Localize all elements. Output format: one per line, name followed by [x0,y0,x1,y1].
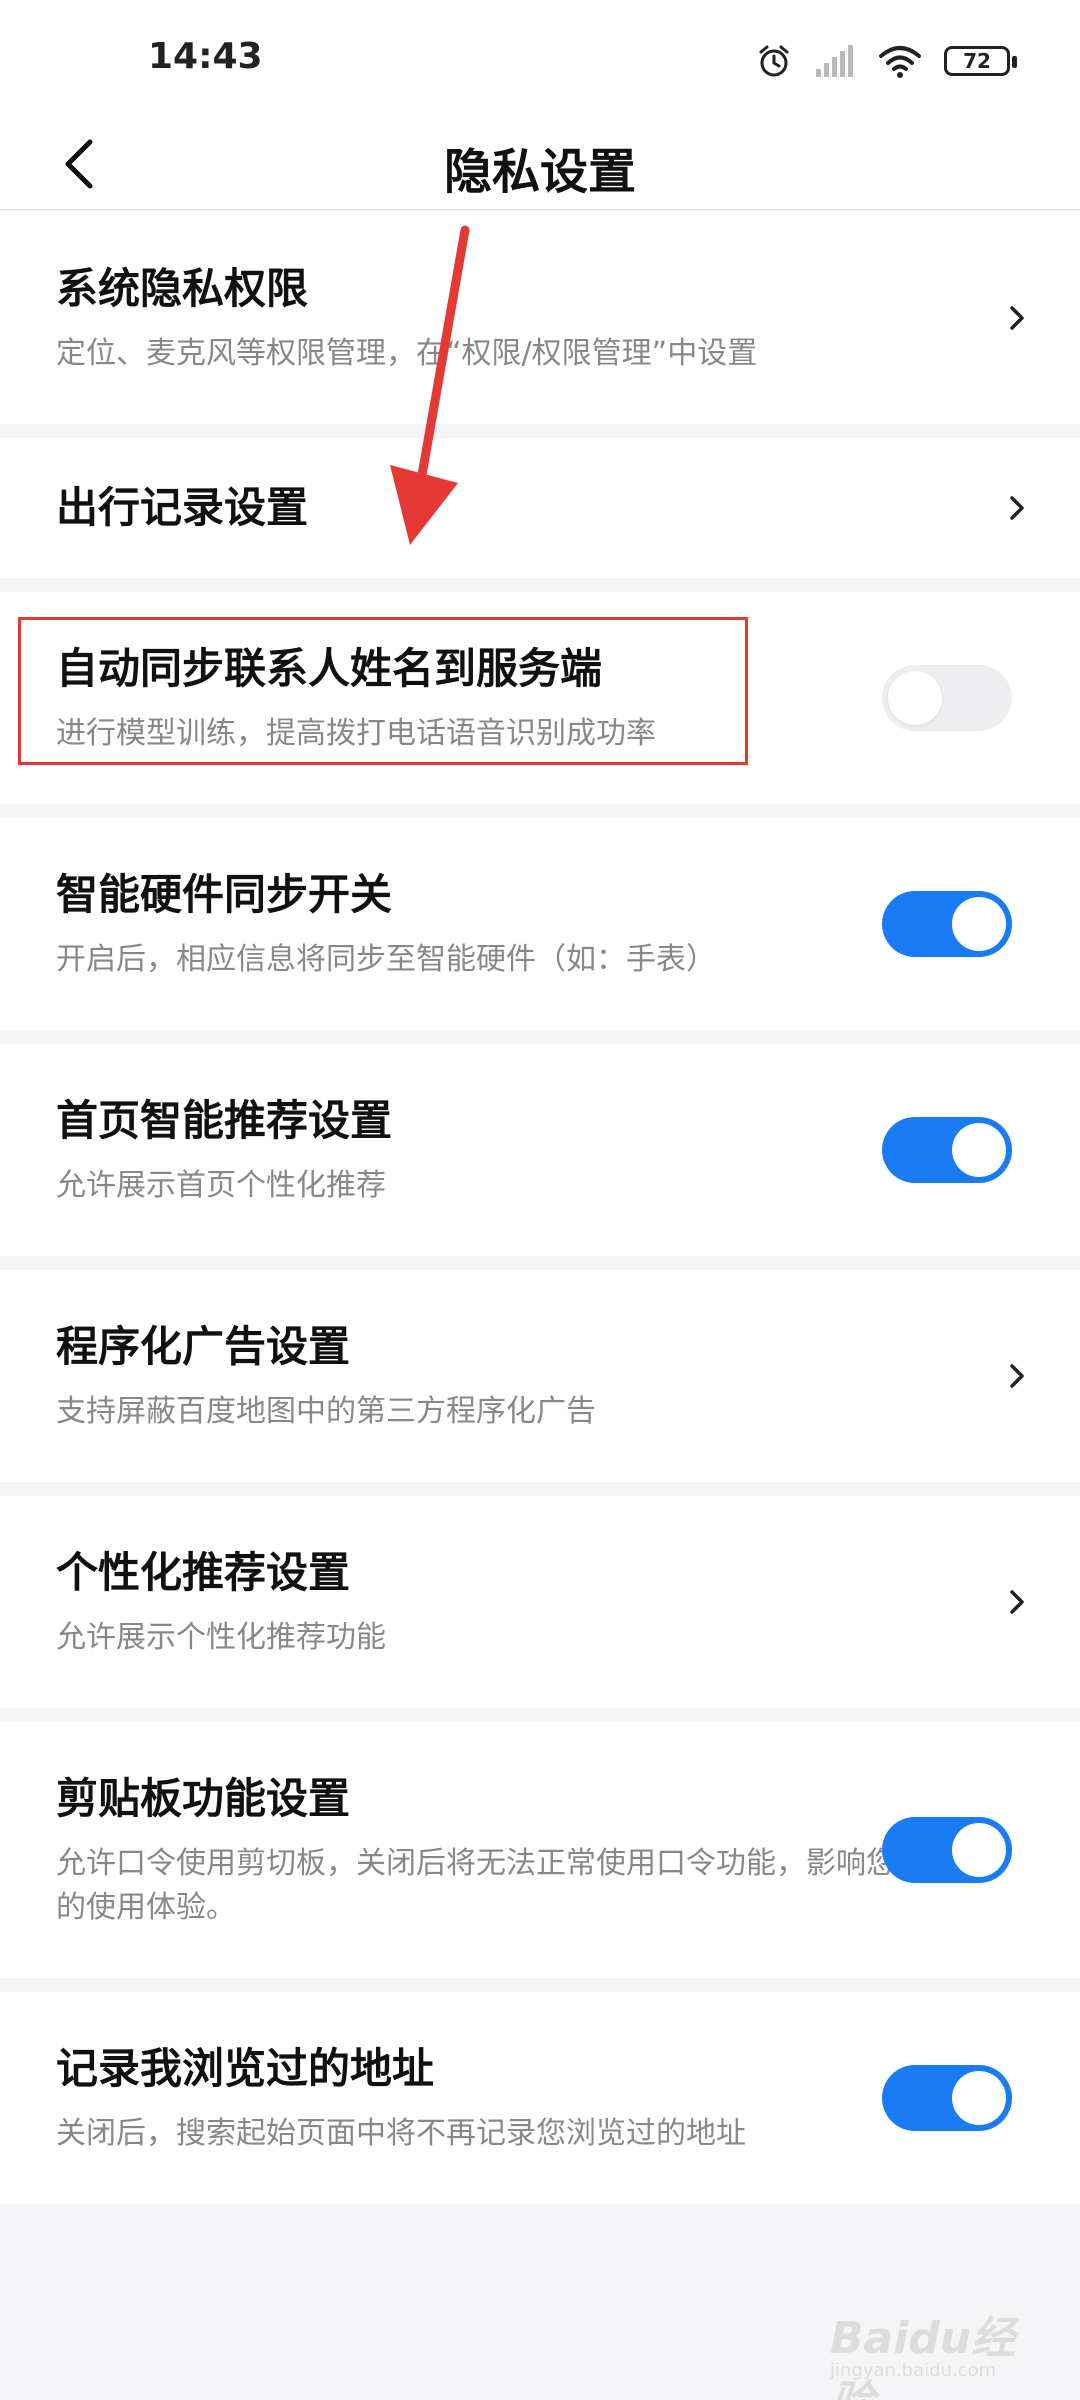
setting-sync-contacts: 自动同步联系人姓名到服务端 进行模型训练，提高拨打电话语音识别成功率 [0,592,1080,804]
setting-title: 剪贴板功能设置 [56,1774,351,1823]
wifi-icon [879,46,921,78]
setting-title: 系统隐私权限 [56,264,309,313]
setting-desc: 定位、麦克风等权限管理，在“权限/权限管理”中设置 [56,336,758,371]
setting-clipboard: 剪贴板功能设置 允许口令使用剪切板，关闭后将无法正常使用口令功能，影响您的使用体… [0,1722,1080,1978]
browse-history-toggle[interactable] [882,2065,1012,2131]
chevron-right-icon [1010,306,1024,330]
battery-level: 72 [963,49,991,73]
signal-icon [816,45,853,77]
setting-desc: 支持屏蔽百度地图中的第三方程序化广告 [56,1394,596,1429]
status-bar: 14:43 72 [0,0,1080,120]
setting-title: 自动同步联系人姓名到服务端 [56,644,603,693]
chevron-right-icon [1010,496,1024,520]
setting-programmatic-ads[interactable]: 程序化广告设置 支持屏蔽百度地图中的第三方程序化广告 [0,1270,1080,1482]
smart-hardware-toggle[interactable] [882,891,1012,957]
status-icons: 72 [756,36,1017,86]
settings-list: 系统隐私权限 定位、麦克风等权限管理，在“权限/权限管理”中设置 出行记录设置 … [0,212,1080,2204]
setting-desc: 开启后，相应信息将同步至智能硬件（如：手表） [56,942,716,977]
setting-personalized-recommend[interactable]: 个性化推荐设置 允许展示个性化推荐功能 [0,1496,1080,1708]
setting-desc: 关闭后，搜索起始页面中将不再记录您浏览过的地址 [56,2116,746,2151]
chevron-right-icon [1010,1364,1024,1388]
watermark-brand: Baidu经验 [830,2313,1016,2400]
setting-title: 智能硬件同步开关 [56,870,393,919]
nav-bar: 隐私设置 [0,120,1080,210]
chevron-right-icon [1010,1590,1024,1614]
setting-title: 首页智能推荐设置 [56,1096,393,1145]
setting-title: 记录我浏览过的地址 [56,2044,435,2093]
setting-system-privacy[interactable]: 系统隐私权限 定位、麦克风等权限管理，在“权限/权限管理”中设置 [0,212,1080,424]
setting-desc: 允许展示首页个性化推荐 [56,1168,386,1203]
sync-contacts-toggle[interactable] [882,665,1012,731]
setting-desc: 允许展示个性化推荐功能 [56,1620,386,1655]
battery-icon: 72 [944,46,1017,76]
setting-desc: 允许口令使用剪切板，关闭后将无法正常使用口令功能，影响您的使用体验。 [56,1846,896,1925]
page-title: 隐私设置 [443,144,636,200]
setting-smart-hardware-sync: 智能硬件同步开关 开启后，相应信息将同步至智能硬件（如：手表） [0,818,1080,1030]
setting-browse-history: 记录我浏览过的地址 关闭后，搜索起始页面中将不再记录您浏览过的地址 [0,1992,1080,2204]
setting-title: 程序化广告设置 [56,1322,351,1371]
setting-title: 个性化推荐设置 [56,1548,351,1597]
watermark: Baidu经验 jingyan.baidu.com [830,2290,1050,2400]
setting-home-recommend: 首页智能推荐设置 允许展示首页个性化推荐 [0,1044,1080,1256]
home-recommend-toggle[interactable] [882,1117,1012,1183]
alarm-icon [759,45,789,77]
watermark-url: jingyan.baidu.com [830,2360,997,2381]
status-time: 14:43 [148,36,263,77]
clipboard-toggle[interactable] [882,1817,1012,1883]
setting-travel-record[interactable]: 出行记录设置 [0,438,1080,578]
annotation-arrow-icon [390,225,470,545]
setting-title: 出行记录设置 [56,483,309,532]
setting-desc: 进行模型训练，提高拨打电话语音识别成功率 [56,716,656,751]
